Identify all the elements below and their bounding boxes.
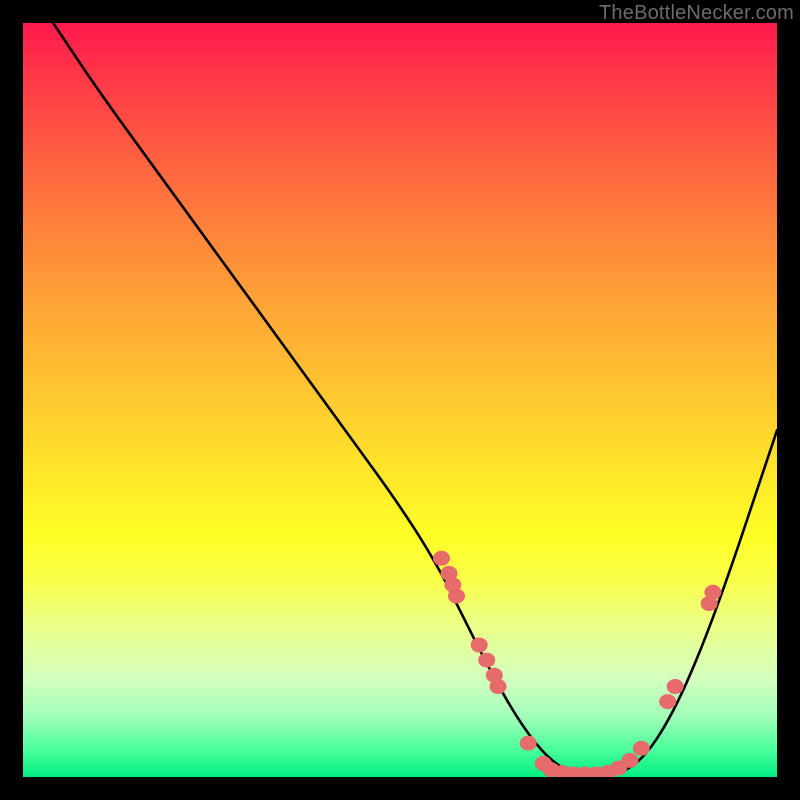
data-marker xyxy=(434,551,450,565)
data-marker xyxy=(667,680,683,694)
data-marker xyxy=(705,585,721,599)
data-marker xyxy=(471,638,487,652)
data-marker xyxy=(490,680,506,694)
data-marker xyxy=(660,695,676,709)
data-marker xyxy=(479,653,495,667)
data-marker xyxy=(633,741,649,755)
data-marker xyxy=(520,736,536,750)
data-marker xyxy=(622,753,638,767)
data-markers xyxy=(434,551,721,777)
chart-frame xyxy=(23,23,777,777)
watermark-text: TheBottleNecker.com xyxy=(599,2,794,25)
chart-svg xyxy=(23,23,777,777)
plot-area xyxy=(23,23,777,777)
bottleneck-curve xyxy=(53,23,777,777)
data-marker xyxy=(449,589,465,603)
